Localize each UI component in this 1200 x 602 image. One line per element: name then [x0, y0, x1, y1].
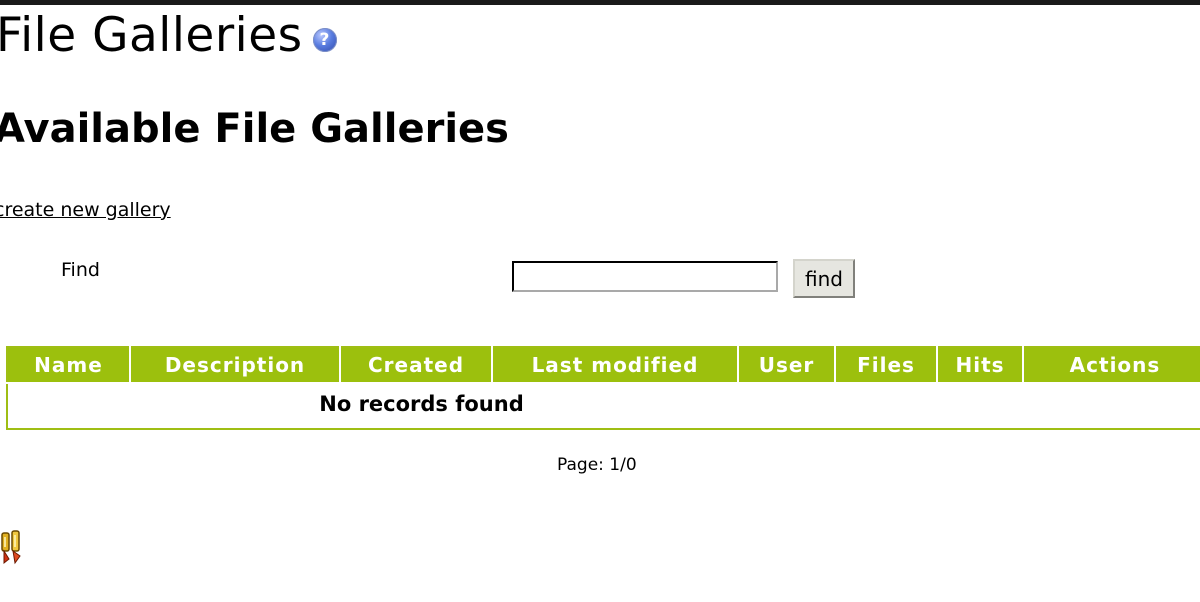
column-header-user[interactable]: User: [737, 347, 835, 383]
table-header-row: Name Description Created Last modified U…: [7, 347, 1200, 383]
page-title-text: File Galleries: [0, 8, 303, 63]
table-row: No records found: [7, 382, 1200, 429]
empty-cell: [835, 382, 1200, 429]
column-header-last-modified[interactable]: Last modified: [491, 347, 738, 383]
column-header-actions: Actions: [1022, 347, 1200, 383]
column-header-created[interactable]: Created: [339, 347, 492, 383]
no-records-message: No records found: [7, 382, 835, 429]
find-button[interactable]: find: [793, 259, 855, 298]
find-label: Find: [61, 259, 100, 281]
top-border: [0, 0, 1200, 5]
create-new-gallery-link[interactable]: create new gallery: [0, 199, 171, 221]
page-title: File Galleries ?: [0, 8, 337, 63]
find-input[interactable]: [512, 261, 778, 292]
column-header-name[interactable]: Name: [7, 347, 130, 383]
tools-icon[interactable]: [0, 529, 24, 565]
section-title: Available File Galleries: [0, 106, 509, 152]
column-header-description[interactable]: Description: [129, 347, 340, 383]
help-icon[interactable]: ?: [312, 27, 337, 52]
galleries-table: Name Description Created Last modified U…: [6, 346, 1200, 430]
column-header-hits[interactable]: Hits: [936, 347, 1023, 383]
pagination-text: Page: 1/0: [557, 455, 637, 475]
column-header-files[interactable]: Files: [834, 347, 937, 383]
